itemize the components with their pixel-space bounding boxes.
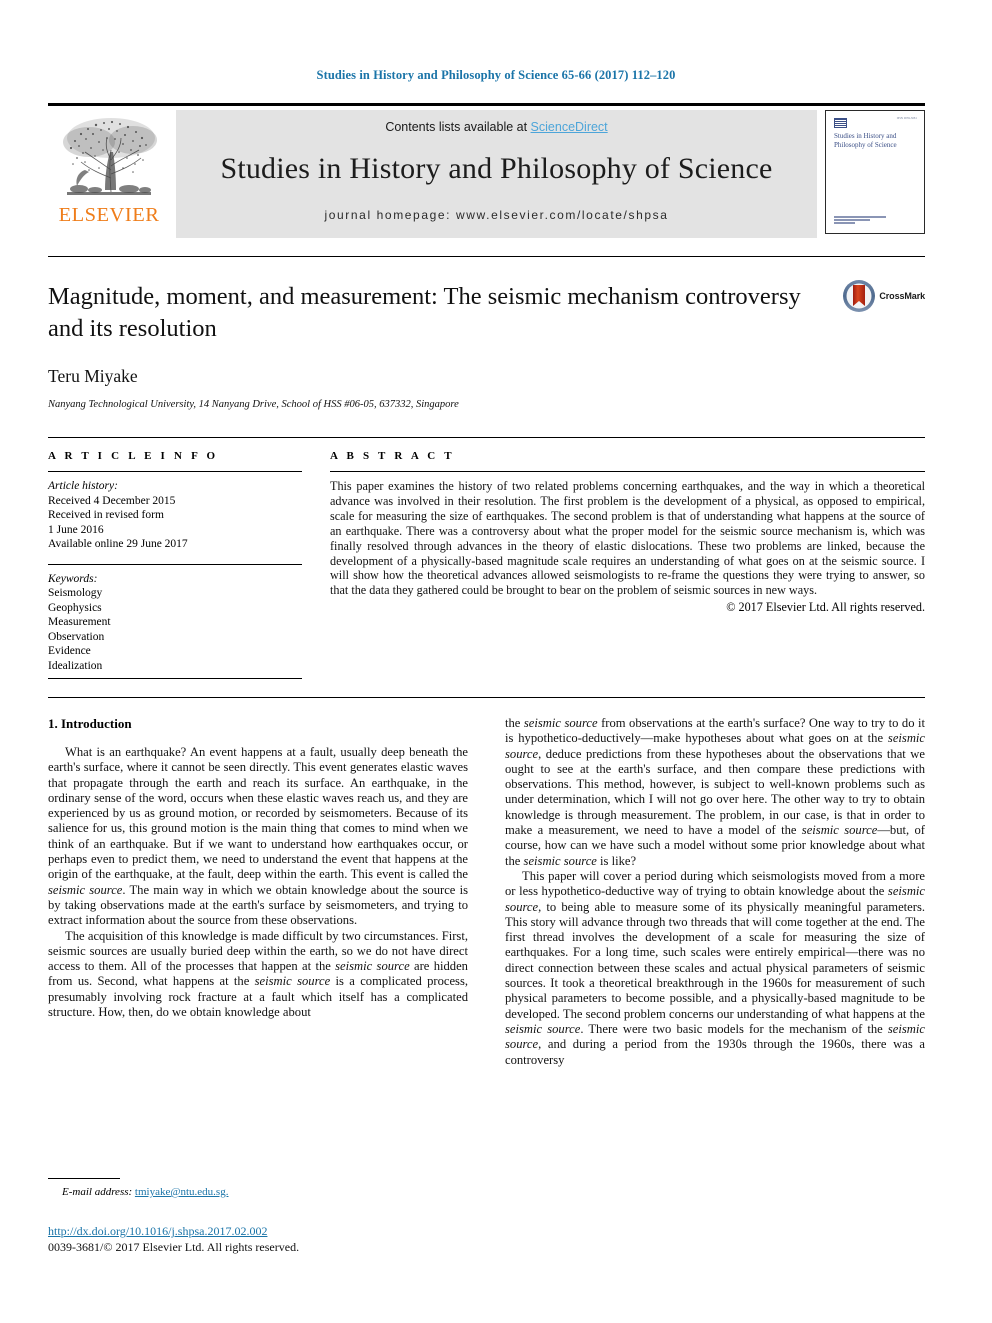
keyword-item: Idealization [48,659,103,672]
section-heading-introduction: 1. Introduction [48,716,132,731]
article-info-bottom-divider [48,678,302,679]
cover-publisher-icon [834,118,847,128]
abstract-heading: A B S T R A C T [330,450,455,462]
crossmark-badge[interactable]: CrossMark [842,279,925,313]
article-history-item: Available online 29 June 2017 [48,538,188,550]
footnote-divider [48,1178,120,1179]
keywords-divider [48,563,302,565]
elsevier-tree-icon [63,118,157,195]
keyword-item: Measurement [48,616,111,628]
term-seismic-source: seismic source [523,853,597,868]
article-history-item: Received in revised form [48,509,164,521]
body-column-right: the seismic source from observations at … [505,716,925,1068]
article-page: Studies in History and Philosophy of Sci… [0,0,992,1323]
abstract-column: A B S T R A C T This paper examines the … [330,450,925,673]
elsevier-wordmark: ELSEVIER [58,204,160,226]
paragraph-text: . There were two basic models for the me… [580,1021,888,1036]
paragraph: What is an earthquake? An event happens … [48,745,468,929]
keyword-item: Evidence [48,645,91,657]
abstract-text: This paper examines the history of two r… [330,479,925,598]
paragraph-text: , and during a period from the 1930s thr… [505,1037,925,1067]
term-seismic-source: seismic source [335,959,410,974]
article-history-item: 1 June 2016 [48,523,104,536]
paragraph-text: , to being able to measure some of its p… [505,899,925,1021]
author-name: Teru Miyake [48,366,138,386]
body-top-divider [48,697,925,698]
paragraph: The acquisition of this knowledge is mad… [48,929,468,1021]
cover-journal-title: Studies in History and Philosophy of Sci… [834,132,897,149]
abstract-copyright: © 2017 Elsevier Ltd. All rights reserved… [726,600,925,615]
keywords-label: Keywords: [48,572,98,585]
paragraph-text: the [505,716,524,730]
cover-footer-bars [834,216,886,225]
term-seismic-source: seismic source [254,974,331,989]
article-info-heading: A R T I C L E I N F O [48,450,219,462]
article-history-label: Article history: [48,480,118,492]
sciencedirect-link[interactable]: ScienceDirect [531,120,608,134]
article-info-divider [48,471,302,472]
paragraph-text: is like? [596,853,637,868]
page-footer: http://dx.doi.org/10.1016/j.shpsa.2017.0… [48,1222,528,1255]
keyword-item: Seismology [48,587,103,599]
running-head: Studies in History and Philosophy of Sci… [316,68,676,82]
footnote-block: E-mail address: tmiyake@ntu.edu.sg. [48,1178,468,1198]
term-seismic-source: seismic source [523,716,598,730]
doi-link[interactable]: http://dx.doi.org/10.1016/j.shpsa.2017.0… [48,1224,267,1238]
article-history-item: Received 4 December 2015 [48,494,176,507]
abstract-divider [330,471,925,472]
term-seismic-source: seismic source [48,882,123,897]
email-footnote: E-mail address: tmiyake@ntu.edu.sg. [48,1186,468,1198]
paragraph: the seismic source from observations at … [505,716,925,869]
crossmark-label: CrossMark [879,291,925,301]
crossmark-icon [843,280,876,312]
keyword-item: Observation [48,630,105,643]
info-abstract-section: A R T I C L E I N F O Article history: R… [48,437,925,673]
paragraph-text: This paper will cover a period during wh… [505,868,925,899]
term-seismic-source: seismic source [505,1021,581,1036]
paragraph-text: What is an earthquake? An event happens … [48,745,468,882]
elsevier-logo: ELSEVIER [48,110,170,238]
author-affiliation: Nanyang Technological University, 14 Nan… [48,399,459,410]
paragraph: This paper will cover a period during wh… [505,869,925,1068]
article-title-block: Magnitude, moment, and measurement: The … [48,256,925,410]
article-info-column: A R T I C L E I N F O Article history: R… [48,450,302,673]
journal-masthead: ELSEVIER Contents lists available at Sci… [48,103,925,238]
journal-homepage[interactable]: journal homepage: www.elsevier.com/locat… [324,208,668,222]
journal-cover-thumbnail[interactable]: ISSN 0039-3681 Studies in History and Ph… [825,110,925,234]
term-seismic-source: seismic source [801,823,878,838]
journal-title: Studies in History and Philosophy of Sci… [220,152,773,185]
body-columns: 1. Introduction What is an earthquake? A… [48,716,925,1068]
issn-copyright: 0039-3681/© 2017 Elsevier Ltd. All right… [48,1240,300,1254]
cover-corner-note: ISSN 0039-3681 [896,117,917,120]
body-column-left: 1. Introduction What is an earthquake? A… [48,716,468,1068]
contents-prefix-text: Contents lists available at [385,120,531,134]
journal-banner: Contents lists available at ScienceDirec… [176,110,817,238]
contents-available-line: Contents lists available at ScienceDirec… [385,120,607,134]
keyword-item: Geophysics [48,601,102,614]
email-label: E-mail address: [62,1186,133,1198]
page-title: Magnitude, moment, and measurement: The … [48,283,801,342]
email-link[interactable]: tmiyake@ntu.edu.sg. [135,1186,229,1198]
